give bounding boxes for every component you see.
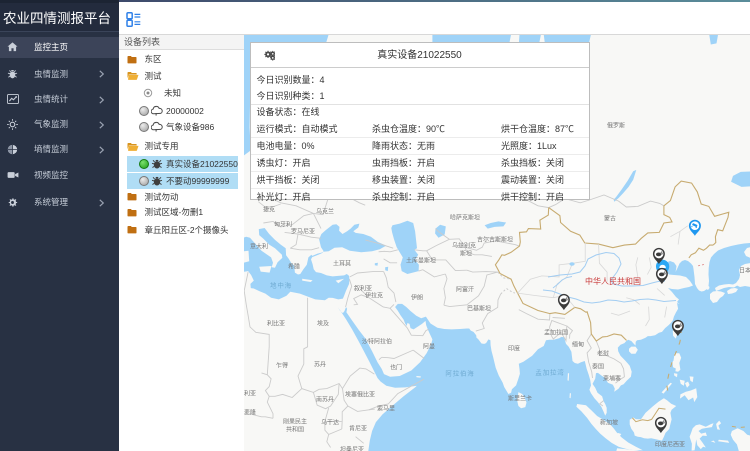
svg-text:俄罗斯: 俄罗斯 xyxy=(607,121,625,129)
svg-text:土库曼斯坦: 土库曼斯坦 xyxy=(406,256,436,264)
svg-text:也门: 也门 xyxy=(390,363,402,371)
svg-text:利比亚: 利比亚 xyxy=(267,319,285,327)
svg-text:埃塞俄比亚: 埃塞俄比亚 xyxy=(345,390,375,398)
svg-text:日本: 日本 xyxy=(739,266,750,274)
svg-text:阿曼: 阿曼 xyxy=(423,342,435,350)
svg-text:土耳其: 土耳其 xyxy=(333,259,351,267)
svg-text:柬埔寨: 柬埔寨 xyxy=(603,374,621,382)
svg-text:乌克兰: 乌克兰 xyxy=(316,207,334,215)
svg-text:尼日利亚: 尼日利亚 xyxy=(244,389,256,397)
svg-text:南苏丹: 南苏丹 xyxy=(316,395,334,403)
svg-text:哈萨克斯坦: 哈萨克斯坦 xyxy=(450,213,480,221)
svg-text:阿富汗: 阿富汗 xyxy=(456,285,474,293)
svg-text:叙利亚: 叙利亚 xyxy=(354,284,372,292)
svg-text:乍得: 乍得 xyxy=(276,361,288,369)
svg-text:中华人民共和国: 中华人民共和国 xyxy=(585,276,641,286)
svg-text:蒙古: 蒙古 xyxy=(604,214,616,222)
svg-text:埃及: 埃及 xyxy=(317,319,329,327)
svg-text:印度: 印度 xyxy=(508,344,520,352)
svg-text:斯里兰卡: 斯里兰卡 xyxy=(508,394,532,402)
svg-text:沙特阿拉伯: 沙特阿拉伯 xyxy=(362,337,392,345)
svg-text:乌干达: 乌干达 xyxy=(321,418,339,426)
svg-text:罗马尼亚: 罗马尼亚 xyxy=(291,227,315,235)
svg-text:印度尼西亚: 印度尼西亚 xyxy=(655,440,685,448)
svg-text:乌兹别克: 乌兹别克 xyxy=(452,241,476,249)
svg-text:意大利: 意大利 xyxy=(250,242,268,250)
svg-text:斯坦: 斯坦 xyxy=(460,249,472,257)
svg-text:阿拉伯海: 阿拉伯海 xyxy=(445,369,474,378)
svg-text:地中海: 地中海 xyxy=(270,281,292,290)
svg-text:喀麦隆: 喀麦隆 xyxy=(244,408,256,416)
svg-text:刚果民主: 刚果民主 xyxy=(283,417,307,425)
svg-text:捷克: 捷克 xyxy=(263,205,275,213)
svg-text:共和国: 共和国 xyxy=(286,425,304,433)
svg-text:泰国: 泰国 xyxy=(592,362,604,370)
svg-text:苏丹: 苏丹 xyxy=(314,360,326,368)
svg-text:伊朗: 伊朗 xyxy=(411,293,423,301)
svg-text:缅甸: 缅甸 xyxy=(572,340,584,348)
svg-text:巴基斯坦: 巴基斯坦 xyxy=(467,304,491,312)
svg-text:新加坡: 新加坡 xyxy=(600,418,618,426)
svg-text:孟加拉国: 孟加拉国 xyxy=(544,328,568,336)
svg-text:老挝: 老挝 xyxy=(597,349,609,357)
svg-text:伊拉克: 伊拉克 xyxy=(365,291,383,299)
svg-text:匈牙利: 匈牙利 xyxy=(274,220,292,228)
svg-text:索马里: 索马里 xyxy=(377,404,395,412)
svg-text:孟加拉湾: 孟加拉湾 xyxy=(535,368,564,377)
svg-text:希腊: 希腊 xyxy=(288,262,300,270)
svg-text:肯尼亚: 肯尼亚 xyxy=(349,424,367,432)
svg-text:吉尔吉斯斯坦: 吉尔吉斯斯坦 xyxy=(477,235,513,243)
